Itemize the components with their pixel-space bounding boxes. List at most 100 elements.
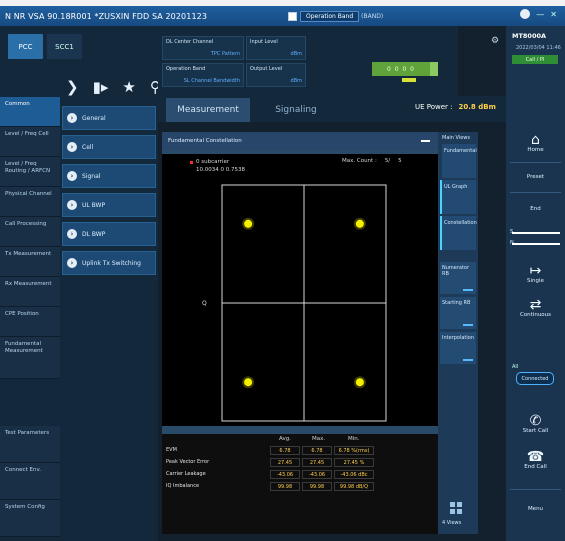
config-label: Numerator RB [442, 265, 470, 277]
setting-dl-center-channel[interactable]: DL Center Channel TPC Pattern [162, 36, 244, 60]
menu-item-ul-bwp[interactable]: › UL BWP [62, 193, 156, 217]
end-label: End [530, 206, 541, 212]
category-common[interactable]: Common [0, 97, 60, 127]
settings-summary: DL Center Channel TPC Pattern Input Leve… [158, 26, 458, 96]
stats-row-label: IQ Imbalance [166, 483, 200, 489]
carrier-tabs: PCC SCC1 [8, 34, 82, 59]
left-toolbar: ❯ ▮▸ ★ ⚲ [66, 78, 161, 96]
category-physical-channel[interactable]: Physical Channel [0, 187, 60, 217]
stats-avg: 6.78 [270, 446, 300, 455]
constellation-point-glow [242, 376, 255, 389]
preset-button[interactable]: Preset [506, 174, 565, 180]
stats-max: -43.06 [302, 470, 332, 479]
stats-min: -43.06 dBc [334, 470, 374, 479]
setting-input-level[interactable]: Input Level dBm [246, 36, 306, 60]
home-label: Home [527, 147, 544, 153]
view-fundamental[interactable]: Fundamental [440, 144, 477, 178]
end-call-label: End Call [524, 464, 547, 470]
left-pane: PCC SCC1 Common Level / Freq Cell Level … [0, 26, 158, 541]
constellation-plot: 0 subcarrier 10.0034 0 0.7538 Max. Count… [162, 154, 438, 426]
continuous-label: Continuous [519, 312, 552, 318]
all-label: All [512, 364, 519, 370]
config-interpolation[interactable]: Interpolation [440, 332, 476, 364]
favorite-star-icon[interactable]: ★ [122, 78, 135, 96]
parameter-menu: › General › Cell › Signal › UL BWP › DL … [62, 106, 156, 280]
config-starting-rb[interactable]: Starting RB [440, 297, 476, 329]
category-call-processing[interactable]: Call Processing [0, 217, 60, 247]
menu-button[interactable]: Menu [506, 506, 565, 512]
view-ul-graph[interactable]: UL Graph [440, 180, 476, 214]
tab-measurement[interactable]: Measurement [166, 98, 250, 122]
tab-signaling[interactable]: Signaling [254, 98, 338, 122]
stats-avg: 27.45 [270, 458, 300, 467]
config-numerator-rb[interactable]: Numerator RB [440, 262, 476, 294]
minimize-panel-icon[interactable] [421, 140, 430, 142]
window-title: N NR VSA 90.18R001 *ZUSXIN FDD SA 202011… [5, 11, 208, 21]
category-cpe-position[interactable]: CPE Position [0, 307, 60, 337]
menu-item-label: Uplink Tx Switching [82, 259, 141, 267]
signal-status-segment [430, 62, 438, 76]
settings-gear-icon[interactable]: ⚙ [491, 36, 499, 46]
category-level-freq-cell[interactable]: Level / Freq Cell [0, 127, 60, 157]
slider-1[interactable] [512, 232, 560, 234]
category-rx-measurement[interactable]: Rx Measurement [0, 277, 60, 307]
view-constellation[interactable]: Constellation [440, 216, 477, 250]
start-call-button[interactable]: ✆ Start Call [506, 414, 565, 434]
setting-value: dBm [290, 51, 302, 57]
end-call-button[interactable]: ☎ End Call [506, 450, 565, 470]
menu-item-uplink-tx-switching[interactable]: › Uplink Tx Switching [62, 251, 156, 275]
stats-header-avg: Avg. [279, 436, 291, 442]
expand-icon[interactable]: ❯ [66, 78, 79, 96]
close-icon[interactable]: ✕ [550, 10, 557, 19]
constellation-svg [221, 184, 387, 422]
operation-band-indicator[interactable]: Operation Band (BAND) [288, 10, 383, 22]
call-status-badge: Call / Pl [512, 55, 558, 64]
home-icon: ⌂ [531, 132, 540, 148]
right-control-bar: ⌂ Home Preset End S N ↦ Single ⇄ Continu… [506, 96, 565, 541]
single-button[interactable]: ↦ Single [506, 264, 565, 284]
connected-button[interactable]: Connected [516, 372, 554, 385]
ue-power-readout: UE Power : 20.8 dBm [415, 103, 496, 111]
tab-pcc[interactable]: PCC [8, 34, 43, 59]
category-test-parameters[interactable]: Test Parameters [0, 426, 60, 463]
chevron-right-icon: › [67, 200, 77, 210]
category-fundamental-measurement[interactable]: Fundamental Measurement [0, 337, 60, 379]
constellation-point-glow [353, 217, 366, 230]
setting-operation-band[interactable]: Operation Band SL Channel Bandwidth [162, 63, 244, 87]
instrument-info: MT8000A 2022/03/04 11:46 Call / Pl [506, 26, 565, 96]
hang-up-icon: ☎ [526, 449, 545, 465]
four-views-grid-icon[interactable] [450, 502, 462, 514]
end-button[interactable]: End [506, 206, 565, 212]
setting-value: SL Channel Bandwidth [183, 78, 240, 84]
instrument-date: 2022/03/04 11:46 [516, 45, 561, 51]
stats-row-evm: EVM 6.78 6.78 6.78 %(rms) [162, 446, 438, 456]
collapse-panel-icon[interactable]: ▮▸ [93, 78, 109, 96]
stats-min: 6.78 %(rms) [334, 446, 374, 455]
category-tx-measurement[interactable]: Tx Measurement [0, 247, 60, 277]
menu-item-dl-bwp[interactable]: › DL BWP [62, 222, 156, 246]
menu-item-signal[interactable]: › Signal [62, 164, 156, 188]
category-system-config[interactable]: System Config [0, 500, 60, 537]
info-icon[interactable] [520, 9, 531, 19]
signal-status-bar: 0 0 0 0 [372, 62, 430, 76]
title-bar: N NR VSA 90.18R001 *ZUSXIN FDD SA 202011… [0, 6, 565, 26]
menu-item-cell[interactable]: › Cell [62, 135, 156, 159]
stats-header-max: Max. [312, 436, 326, 442]
continuous-button[interactable]: ⇄ Continuous [506, 298, 565, 318]
stats-row-iq-imbalance: IQ Imbalance 99.98 99.98 99.98 dB/Q [162, 482, 438, 492]
slider-2[interactable] [512, 243, 560, 245]
home-button[interactable]: ⌂ Home [506, 133, 565, 153]
setting-label: DL Center Channel [166, 39, 214, 45]
category-level-freq-routing[interactable]: Level / Freq Routing / ARFCN [0, 157, 60, 187]
single-arrow-icon: ↦ [529, 263, 542, 279]
tab-scc1[interactable]: SCC1 [47, 34, 82, 59]
menu-item-general[interactable]: › General [62, 106, 156, 130]
ue-power-label: UE Power : [415, 103, 453, 111]
category-connect-env[interactable]: Connect Env. [0, 463, 60, 500]
minimize-icon[interactable]: — [536, 10, 544, 19]
chevron-right-icon: › [67, 113, 77, 123]
setting-output-level[interactable]: Output Level dBm [246, 63, 306, 87]
ue-power-value: 20.8 dBm [458, 103, 496, 111]
evm-statistics-table: Avg. Max. Min. EVM 6.78 6.78 6.78 %(rms)… [162, 434, 438, 534]
measurement-panel: Fundamental Constellation 0 subcarrier 1… [162, 132, 438, 534]
